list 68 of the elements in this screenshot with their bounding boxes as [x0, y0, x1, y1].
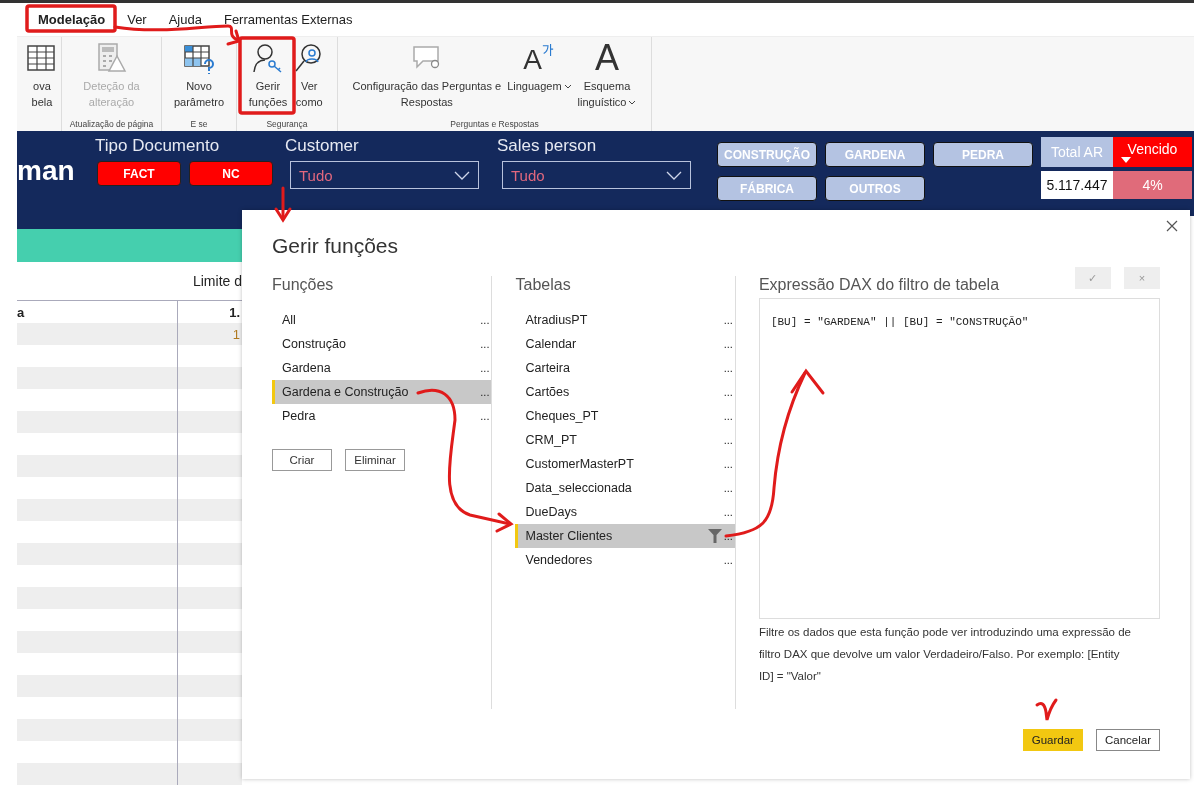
role-item[interactable]: Gardena e Construção ...	[272, 380, 492, 404]
report-title: man	[17, 155, 76, 187]
dialog-title: Gerir funções	[272, 234, 399, 258]
letter-icon: A	[591, 42, 623, 74]
ribbon-button[interactable]: Configuração das Perguntas e Respostas	[349, 40, 505, 119]
filter-label: Tipo Documento	[95, 136, 221, 157]
filter-button[interactable]: NC	[189, 161, 273, 186]
kpi-header: Vencido	[1113, 137, 1192, 167]
dialog-button[interactable]: Eliminar	[345, 449, 405, 471]
table-item[interactable]: Calendar ...	[515, 332, 735, 356]
menu-tab[interactable]: Ajuda	[159, 8, 211, 31]
chevron-icon	[666, 170, 682, 180]
chevron-icon	[454, 170, 470, 180]
table-item[interactable]: Cheques_PT ...	[515, 404, 735, 428]
table-icon	[26, 42, 58, 74]
check-mark	[1035, 698, 1058, 722]
close-icon[interactable]	[1166, 220, 1178, 232]
role-item[interactable]: Construção ...	[272, 332, 492, 356]
role-item[interactable]: Gardena ...	[272, 356, 492, 380]
table-cell-text: 1	[232, 326, 241, 342]
table-item[interactable]: Carteira ...	[515, 356, 735, 380]
ribbon-button[interactable]: ova bela	[23, 40, 61, 129]
column-heading: Funções	[272, 276, 335, 295]
role-item[interactable]: Pedra ...	[272, 404, 492, 428]
column-heading: Expressão DAX do filtro de tabela	[758, 276, 1000, 295]
ribbon-group-label: Atualização de página	[69, 119, 154, 129]
column-heading: Tabelas	[514, 276, 572, 295]
table-item[interactable]: Cartões ...	[515, 380, 735, 404]
ribbon-button[interactable]: Gerir funções	[245, 40, 291, 119]
dialog-button[interactable]: Criar	[272, 449, 332, 471]
ribbon-button[interactable]: A Linguagem	[504, 40, 575, 119]
table-item[interactable]: AtradiusPT ...	[515, 308, 735, 332]
table-cell: a	[17, 304, 25, 320]
hint-text: Filtre os dados que esta função pode ver introduzindo uma expressão de filtro DAX que devolve um valor Verdadeiro/Falso. Por exemplo: [Entity ID] = "Valor"	[758, 625, 1132, 684]
menu-tab[interactable]: Ver	[118, 8, 156, 31]
table-item[interactable]: Data_seleccionada ...	[515, 476, 735, 500]
kpi-value: 5.117.447	[1041, 171, 1113, 199]
dialog-button[interactable]: Guardar	[1022, 729, 1083, 751]
filter-label: Customer	[285, 136, 360, 157]
filter-dropdown[interactable]: Tudo	[502, 161, 691, 189]
sort-icon	[1121, 157, 1131, 163]
calculator-icon	[95, 42, 128, 74]
column-header: Limite d	[192, 273, 242, 289]
filter-button[interactable]: FACT	[97, 161, 181, 186]
menu-tab[interactable]: Modelação	[29, 8, 115, 31]
ribbon-button[interactable]: Ver como	[290, 40, 329, 119]
ribbon-button[interactable]: Novo parâmetro	[170, 40, 228, 119]
ribbon-group-label: Segurança	[266, 119, 308, 129]
filter-label: Sales person	[497, 136, 598, 157]
annotation-arrow	[274, 186, 292, 223]
kpi-header: Total AR	[1041, 137, 1113, 167]
ribbon-group-label: Perguntas e Respostas	[450, 119, 539, 129]
person-key-icon	[252, 42, 284, 74]
table-cell-text: 1.	[229, 304, 241, 320]
dax-editor[interactable]: [BU] = "GARDENA" || [BU] = "CONSTRUÇÃO"	[758, 298, 1160, 619]
role-item[interactable]: All ...	[272, 308, 492, 332]
table-item[interactable]: Master Clientes ...	[515, 524, 735, 548]
filter-dropdown[interactable]: Tudo	[290, 161, 479, 189]
kpi-value: 4%	[1113, 171, 1192, 199]
table-item[interactable]: DueDays ...	[515, 500, 735, 524]
table-item[interactable]: CRM_PT ...	[515, 428, 735, 452]
menu-tab[interactable]: Ferramentas Externas	[214, 8, 362, 31]
table-item[interactable]: Vendedores ...	[515, 548, 735, 572]
dialog-button[interactable]: Cancelar	[1095, 729, 1160, 751]
ribbon-group-label: E se	[190, 119, 208, 129]
table-item[interactable]: CustomerMasterPT ...	[515, 452, 735, 476]
ribbon-button[interactable]: A Esquema linguístico	[574, 40, 640, 119]
table-question-icon	[183, 42, 215, 74]
